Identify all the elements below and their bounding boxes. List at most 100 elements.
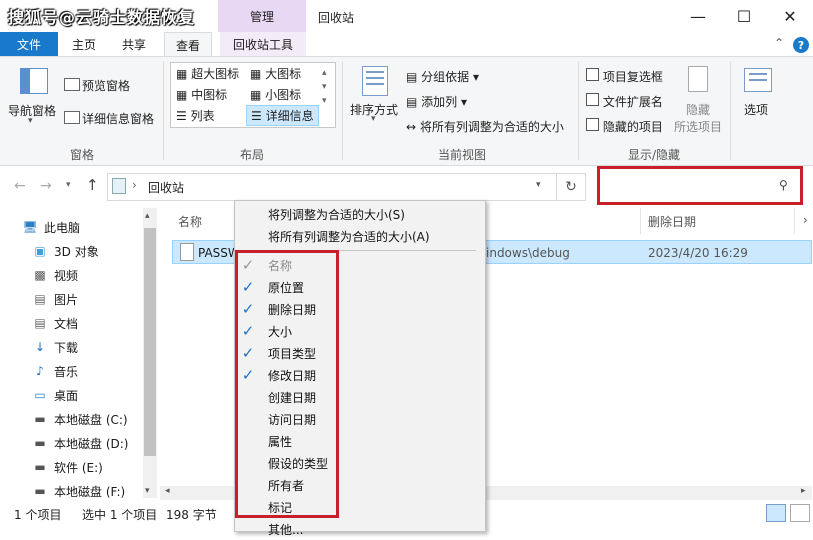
tab-home[interactable]: 主页 [64,32,104,56]
column-deleted-date-header[interactable]: 删除日期 [648,213,696,230]
menu-item-size-all-columns[interactable]: 将所有列调整为合适的大小(A) [268,225,430,247]
sidebar-item-label: 视频 [54,268,79,283]
tab-file[interactable]: 文件 [0,32,58,56]
3d-objects-icon: ▣ [34,244,46,258]
sidebar-item-label: 3D 对象 [54,244,99,259]
status-item-count: 1 个项目 [14,508,62,522]
group-separator [578,62,579,160]
scroll-down-icon[interactable]: ▾ [145,486,150,496]
hide-selected-icon [688,66,708,92]
pane-group-label: 窗格 [70,148,95,162]
breadcrumb-location[interactable]: 回收站 [148,179,184,196]
menu-item-size-column[interactable]: 将列调整为合适的大小(S) [268,203,405,225]
recent-locations-icon[interactable]: ▾ [66,180,71,190]
column-name-header[interactable]: 名称 [178,213,202,230]
sidebar-item-label: 文档 [54,316,79,331]
address-dropdown-icon[interactable]: ▾ [536,180,541,190]
nav-pane-icon [20,68,48,94]
sidebar-item-label: 本地磁盘 (C:) [54,412,128,427]
hide-selected-sub-label: 所选项目 [674,120,723,134]
collapse-ribbon-icon[interactable]: ⌃ [774,36,784,50]
group-by-button[interactable]: ▤ 分组依据 ▾ [406,68,479,85]
hide-selected-button[interactable]: 隐藏 [686,101,710,118]
sidebar-item[interactable]: ▤ 文档 [32,312,78,334]
preview-pane-button[interactable]: 预览窗格 [82,77,130,94]
drive-icon: ▬ [34,484,46,498]
large-icons-view-icon[interactable] [790,504,810,522]
watermark: 搜狐号@云骑士数据恢复 [8,8,196,27]
sidebar-item[interactable]: ↓ 下载 [32,336,78,358]
video-icon: ▩ [34,268,46,282]
help-icon[interactable]: ? [793,37,809,53]
chevron-down-icon: ▾ [28,116,33,126]
drive-icon: ▬ [34,460,46,474]
document-icon: ▤ [34,316,46,330]
sidebar-item[interactable]: ♪ 音乐 [32,360,78,382]
computer-icon: 🖥 [22,220,38,234]
file-extensions-toggle[interactable]: 文件扩展名 [586,93,663,110]
sidebar-item[interactable]: ▭ 桌面 [32,384,78,406]
refresh-button[interactable]: ↻ [556,173,586,201]
file-deleted-date-cell: 2023/4/20 16:29 [648,246,748,260]
sidebar-item[interactable]: 🖥 此电脑 [22,216,80,238]
sidebar-item[interactable]: ▬ 本地磁盘 (F:) [32,480,125,502]
window-title: 回收站 [318,11,355,25]
scroll-left-icon[interactable]: ◂ [165,486,170,496]
manage-context-label: 管理 [218,0,306,32]
sidebar-item[interactable]: ▬ 本地磁盘 (D:) [32,432,128,454]
size-all-columns-button[interactable]: ↔ 将所有列调整为合适的大小 [406,118,564,135]
sidebar-item[interactable]: ▬ 本地磁盘 (C:) [32,408,128,430]
layout-small-icons[interactable]: ▦ 小图标 [250,86,301,103]
columns-highlight-box [235,250,339,518]
maximize-button[interactable]: ☐ [721,0,767,32]
sidebar-item[interactable]: ▣ 3D 对象 [32,240,99,262]
sidebar-item[interactable]: ▤ 图片 [32,288,78,310]
current-view-group-label: 当前视图 [438,148,487,162]
sidebar-item-label: 本地磁盘 (D:) [54,436,129,451]
options-button[interactable]: 选项 [744,101,768,118]
group-separator [163,62,164,160]
details-view-icon[interactable] [766,504,786,522]
close-button[interactable]: ✕ [767,0,813,32]
breadcrumb-chevron-icon: › [132,178,137,192]
scroll-up-icon[interactable]: ▴ [145,211,150,221]
sidebar-item-label: 此电脑 [44,220,81,235]
layout-large-icons[interactable]: ▦ 大图标 [250,65,301,82]
status-selected-size: 198 字节 [166,508,217,522]
tab-recycle-bin-tools[interactable]: 回收站工具 [220,32,306,56]
item-checkboxes-toggle[interactable]: 项目复选框 [586,68,663,85]
add-columns-button[interactable]: ▤ 添加列 ▾ [406,93,467,110]
sidebar-item-label: 桌面 [54,388,79,403]
back-arrow-icon[interactable]: ← [14,178,26,194]
minimize-button[interactable]: — [675,0,721,32]
up-arrow-icon[interactable]: ↑ [86,176,99,194]
sidebar-item-label: 图片 [54,292,79,307]
tab-view[interactable]: 查看 [164,32,212,57]
column-more-header[interactable]: › [803,213,808,227]
picture-icon: ▤ [34,292,46,306]
nav-scrollbar-thumb[interactable] [144,228,156,456]
status-selected-count: 选中 1 个项目 [82,508,158,522]
options-icon [744,68,772,92]
sidebar-item[interactable]: ▩ 视频 [32,264,78,286]
search-highlight-box [597,166,803,205]
forward-arrow-icon[interactable]: → [40,178,52,194]
column-divider [794,208,795,234]
details-pane-button[interactable]: 详细信息窗格 [82,110,154,127]
layout-scroll-arrows[interactable]: ▴ ▾ ▾ [322,66,327,108]
sort-by-icon [362,66,388,96]
layout-extra-large-icons[interactable]: ▦ 超大图标 [176,65,239,82]
sidebar-item-label: 本地磁盘 (F:) [54,484,126,499]
sidebar-item[interactable]: ▬ 软件 (E:) [32,456,103,478]
desktop-icon: ▭ [34,388,46,402]
tab-share[interactable]: 共享 [114,32,154,56]
preview-pane-icon [64,78,80,91]
file-location-cell: indows\debug [486,246,570,260]
menu-item-column[interactable]: 其他... [268,518,303,540]
hidden-items-toggle[interactable]: 隐藏的项目 [586,118,663,135]
layout-details[interactable]: ☰ 详细信息 [246,105,319,126]
scroll-right-icon[interactable]: ▸ [801,486,806,496]
layout-medium-icons[interactable]: ▦ 中图标 [176,86,227,103]
sidebar-item-label: 软件 (E:) [54,460,103,475]
layout-list[interactable]: ☰ 列表 [176,107,215,124]
